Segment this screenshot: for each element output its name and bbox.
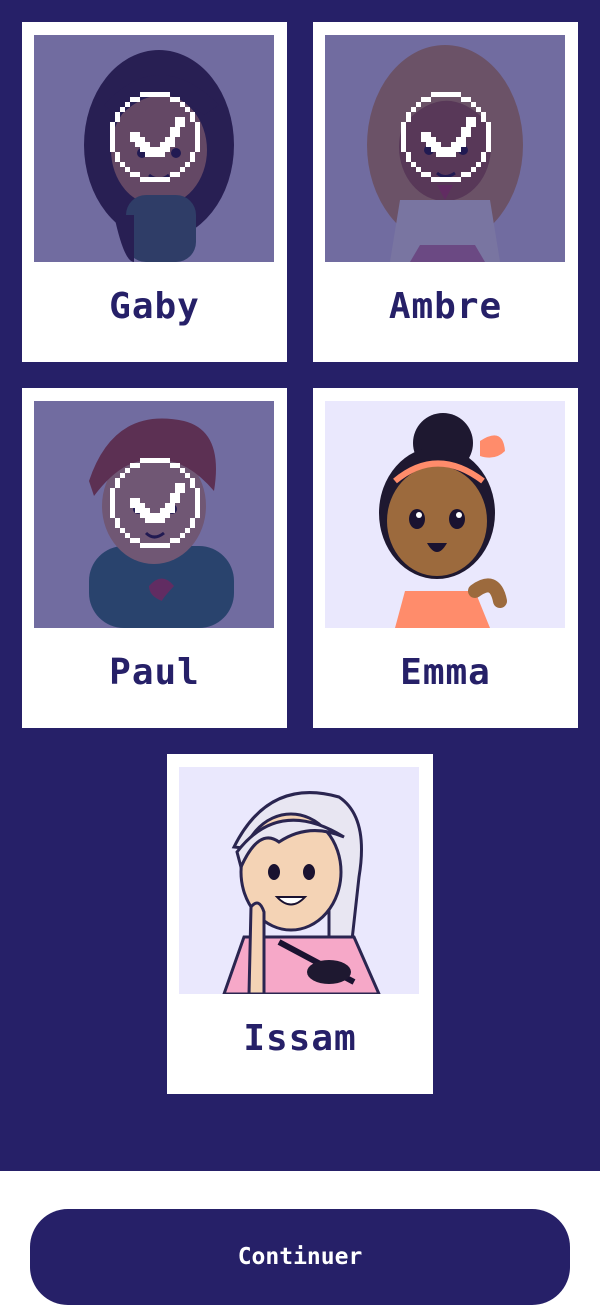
continue-button-label: Continuer bbox=[237, 1244, 363, 1270]
character-portrait bbox=[34, 401, 274, 628]
character-portrait bbox=[179, 767, 419, 994]
checkmark-icon bbox=[110, 92, 200, 182]
character-portrait bbox=[34, 35, 274, 262]
character-name: Issam bbox=[243, 1018, 357, 1059]
issam-illustration bbox=[222, 791, 381, 994]
character-card-paul[interactable]: Paul bbox=[22, 388, 287, 728]
character-portrait bbox=[325, 401, 565, 628]
character-name: Paul bbox=[109, 652, 200, 693]
emma-illustration bbox=[379, 413, 507, 628]
character-card-issam[interactable]: Issam bbox=[167, 754, 433, 1094]
checkmark-icon bbox=[110, 458, 200, 548]
character-name: Ambre bbox=[388, 286, 503, 327]
character-name: Emma bbox=[400, 652, 491, 693]
character-portrait bbox=[325, 35, 565, 262]
continue-button[interactable]: Continuer bbox=[30, 1209, 570, 1305]
character-card-gaby[interactable]: Gaby bbox=[22, 22, 287, 362]
character-card-emma[interactable]: Emma bbox=[313, 388, 578, 728]
checkmark-icon bbox=[401, 92, 491, 182]
character-card-ambre[interactable]: Ambre bbox=[313, 22, 578, 362]
character-name: Gaby bbox=[109, 286, 200, 327]
